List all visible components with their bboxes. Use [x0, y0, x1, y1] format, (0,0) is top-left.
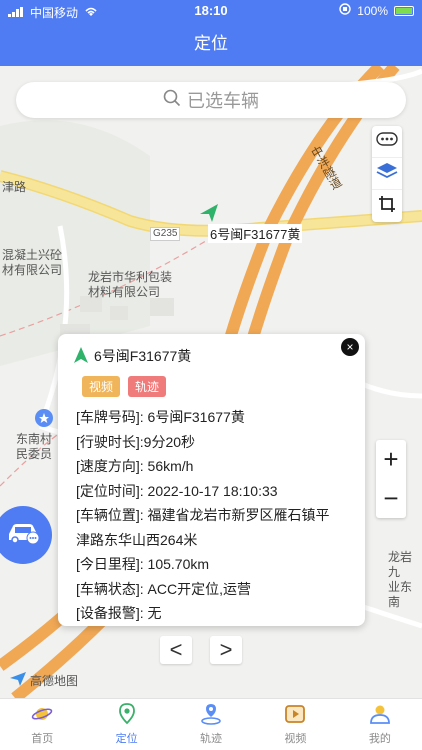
tab-track[interactable]: 轨迹: [169, 699, 253, 750]
road-label: 津路: [2, 180, 27, 194]
poi-village-line1: 东南村: [16, 432, 53, 446]
popup-title: 6号闽F31677黄: [74, 346, 349, 366]
close-popup-button[interactable]: ×: [341, 338, 359, 356]
more-icon: [376, 132, 398, 151]
battery-icon: [394, 5, 414, 16]
popup-details: [车牌号码]: 6号闽F31677黄 [行驶时长]:9分20秒 [速度方向]: …: [74, 405, 349, 626]
poi-company-2-line1: 龙岩市华利包装: [88, 270, 173, 284]
location-pin-icon: [117, 703, 137, 728]
vehicle-info-popup: × 6号闽F31677黄 视频 轨迹 [车牌号码]: 6号闽F31677黄 [行…: [58, 334, 365, 626]
crop-button[interactable]: [372, 190, 402, 222]
popup-tags: 视频 轨迹: [82, 376, 349, 397]
map-logo-text: 高德地图: [30, 674, 79, 688]
layers-icon: [376, 161, 398, 186]
tab-bar: 首页 定位 轨迹 视频 我的: [0, 698, 422, 750]
poi-company-2-line2: 材料有限公司: [88, 285, 161, 299]
tab-track-label: 轨迹: [200, 733, 223, 745]
map-tool-stack: [372, 126, 402, 222]
battery-percent: 100%: [357, 3, 388, 18]
detail-row: [车辆位置]: 福建省龙岩市新罗区雁石镇平: [76, 507, 330, 523]
track-pin-icon: [200, 703, 222, 728]
more-button[interactable]: [372, 126, 402, 158]
zoom-control: + −: [376, 440, 406, 518]
detail-row: [今日里程]: 105.70km: [76, 556, 210, 572]
poi-right-line1: 龙岩九: [388, 550, 413, 579]
track-tag-button[interactable]: 轨迹: [128, 376, 167, 397]
tab-location[interactable]: 定位: [84, 699, 168, 750]
status-right: 100%: [339, 3, 414, 18]
video-tag-button[interactable]: 视频: [82, 376, 121, 397]
layers-button[interactable]: [372, 158, 402, 190]
detail-row: 津路东华山西264米: [76, 531, 198, 548]
zoom-out-button[interactable]: −: [376, 479, 406, 518]
detail-row: [车牌号码]: 6号闽F31677黄: [76, 409, 245, 425]
tab-video[interactable]: 视频: [253, 699, 337, 750]
poi-company-2: 龙岩市华利包装 材料有限公司: [88, 270, 172, 300]
poi-company-1: 混凝土兴砼 材有限公司: [2, 248, 62, 278]
popup-pager: < >: [160, 636, 242, 664]
tab-video-label: 视频: [284, 733, 307, 745]
poi-company-1-line2: 材有限公司: [2, 263, 63, 277]
poi-village-line2: 民委员: [16, 447, 53, 461]
detail-row: [速度方向]: 56km/h: [76, 458, 194, 474]
tab-mine-label: 我的: [368, 733, 391, 745]
detail-row: [车辆状态]: ACC开定位,运营: [76, 580, 252, 597]
search-icon: [163, 89, 181, 112]
user-icon: [369, 703, 391, 728]
page-title: 定位: [0, 22, 422, 66]
road-code-badge: G235: [150, 227, 181, 241]
vehicle-arrow-icon: [74, 346, 88, 366]
poi-right-line2: 业东南: [388, 580, 413, 609]
tab-home[interactable]: 首页: [0, 699, 84, 750]
map-view[interactable]: 津路 中洋隧道 G235 混凝土兴砼 材有限公司 龙岩市华利包装 材料有限公司 …: [0, 66, 422, 698]
detail-row: [定位时间]: 2022-10-17 18:10:33: [76, 482, 278, 499]
detail-row: [行驶时长]:9分20秒: [76, 433, 196, 450]
detail-row: [设备报警]: 无: [76, 605, 162, 621]
popup-plate: 6号闽F31677黄: [94, 348, 192, 364]
tab-home-label: 首页: [31, 733, 54, 745]
poi-company-1-line1: 混凝土兴砼: [2, 248, 63, 262]
amap-logo-icon: [10, 672, 26, 689]
map-logo: 高德地图: [10, 672, 78, 689]
zoom-in-button[interactable]: +: [376, 440, 406, 479]
poi-right: 龙岩九 业东南: [388, 550, 422, 610]
tab-location-label: 定位: [115, 733, 138, 745]
crop-icon: [378, 195, 396, 218]
prev-vehicle-button[interactable]: <: [160, 636, 192, 664]
vehicle-search-bar[interactable]: 已选车辆: [16, 82, 406, 118]
status-bar: 中国移动 18:10 100%: [0, 0, 422, 22]
car-icon: [6, 520, 40, 551]
orientation-lock-icon: [339, 3, 351, 18]
planet-icon: [31, 703, 53, 728]
next-vehicle-button[interactable]: >: [210, 636, 242, 664]
search-placeholder: 已选车辆: [187, 91, 259, 111]
tab-mine[interactable]: 我的: [338, 699, 422, 750]
poi-village: 东南村 民委员: [16, 432, 52, 462]
video-icon: [284, 703, 306, 728]
vehicle-map-label[interactable]: 6号闽F31677黄: [208, 224, 303, 243]
